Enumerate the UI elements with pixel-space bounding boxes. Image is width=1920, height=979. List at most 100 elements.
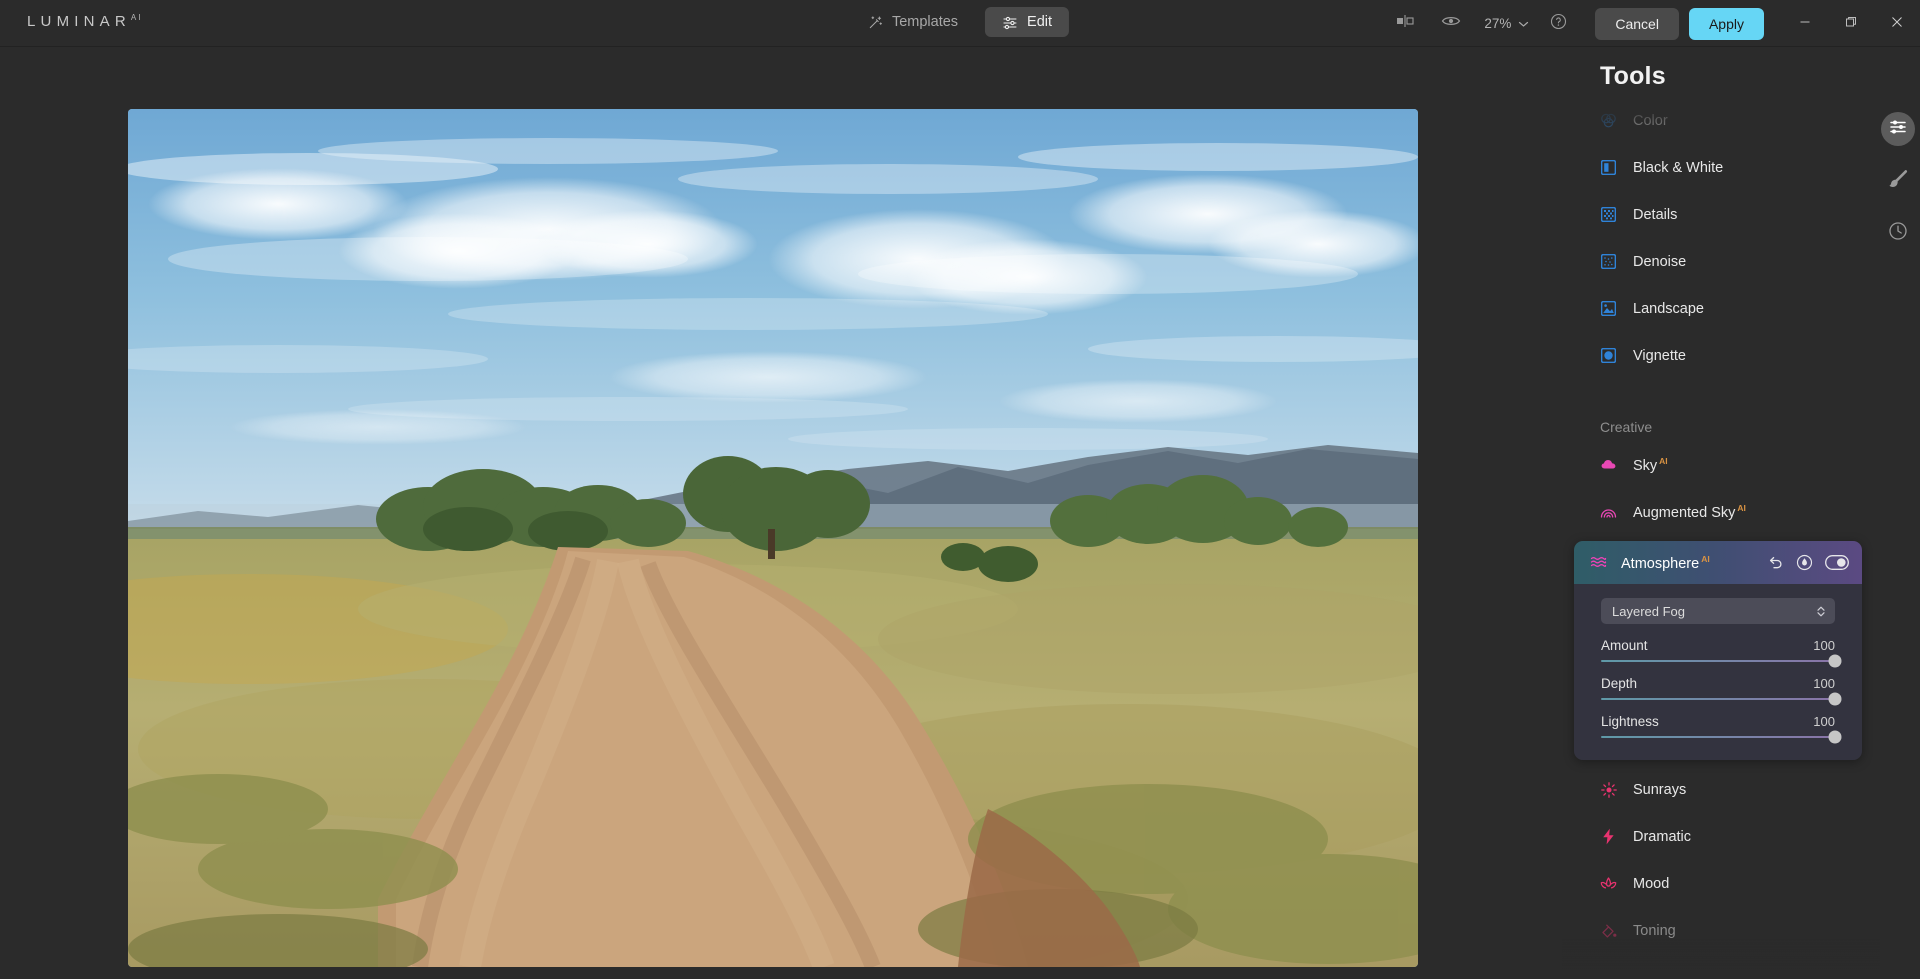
atmosphere-panel-body: Layered Fog Amount 100 Depth 100 Lightne… [1574, 584, 1862, 760]
compare-split-icon [1394, 14, 1416, 33]
tools-panel: Tools Color Black & White Details Denois… [1562, 47, 1920, 979]
preview-toggle-button[interactable] [1428, 0, 1474, 47]
tool-item-label: Details [1633, 206, 1678, 223]
help-button[interactable] [1535, 0, 1581, 47]
slider-amount-value: 100 [1813, 638, 1835, 653]
close-icon [1891, 15, 1903, 33]
luminar-app-window: LUMINARAI Templates Edit 27% Cancel Appl… [0, 0, 1920, 979]
brush-icon [1887, 168, 1909, 195]
section-header-creative: Creative [1600, 419, 1653, 435]
slider-depth: Depth 100 [1601, 676, 1842, 706]
tool-item-landscape[interactable]: Landscape [1562, 285, 1880, 332]
slider-amount-knob[interactable] [1828, 654, 1842, 668]
sky-cloud-icon [1600, 456, 1617, 473]
landscape-icon [1600, 300, 1617, 317]
page-title: Tools [1600, 62, 1666, 90]
slider-amount-label: Amount [1601, 638, 1648, 653]
dramatic-icon [1600, 828, 1617, 845]
app-logo-text: LUMINAR [27, 13, 131, 30]
tool-item-label: Toning [1633, 922, 1676, 939]
tool-item-label: Augmented Sky AI [1633, 502, 1746, 521]
toggle-on-icon[interactable] [1825, 555, 1849, 570]
sliders-icon [1002, 15, 1018, 30]
slider-depth-knob[interactable] [1828, 692, 1842, 706]
slider-lightness-knob[interactable] [1828, 730, 1842, 744]
maximize-button[interactable] [1828, 0, 1874, 47]
slider-lightness-value: 100 [1813, 714, 1835, 729]
eye-icon [1441, 14, 1461, 33]
rail-adjustments-button[interactable] [1881, 112, 1915, 146]
tool-item-toning[interactable]: Toning [1562, 907, 1880, 954]
tool-item-details[interactable]: Details [1562, 191, 1880, 238]
slider-depth-track[interactable] [1601, 692, 1842, 706]
adjustments-sliders-icon [1888, 118, 1908, 141]
apply-button[interactable]: Apply [1688, 7, 1764, 40]
vignette-icon [1600, 347, 1617, 364]
tool-item-label: Color [1633, 112, 1668, 129]
tool-item-sky[interactable]: Sky AI [1562, 441, 1880, 488]
tool-item-mood[interactable]: Mood [1562, 860, 1880, 907]
tool-item-augmented-sky[interactable]: Augmented Sky AI [1562, 488, 1880, 535]
tool-item-dramatic[interactable]: Dramatic [1562, 813, 1880, 860]
minimize-button[interactable] [1782, 0, 1828, 47]
atmosphere-preset-value: Layered Fog [1612, 603, 1685, 619]
black-white-icon [1600, 159, 1617, 176]
tool-item-denoise[interactable]: Denoise [1562, 238, 1880, 285]
rail-history-button[interactable] [1881, 216, 1915, 250]
atmosphere-preset-select[interactable]: Layered Fog [1601, 598, 1835, 624]
tool-item-label: Vignette [1633, 347, 1686, 364]
sunrays-icon [1600, 781, 1617, 798]
tools-panel-scroll[interactable]: Tools Color Black & White Details Denois… [1562, 47, 1880, 979]
mask-brush-icon[interactable] [1796, 554, 1813, 571]
undo-icon[interactable] [1768, 555, 1784, 570]
close-button[interactable] [1874, 0, 1920, 47]
title-bar: LUMINARAI Templates Edit 27% Cancel Appl… [0, 0, 1920, 47]
slider-lightness-header: Lightness 100 [1601, 714, 1835, 729]
atmosphere-panel-header[interactable]: Atmosphere AI [1574, 541, 1862, 584]
tool-item-label: Sunrays [1633, 781, 1687, 798]
tool-item-color[interactable]: Color [1562, 97, 1880, 144]
cancel-button[interactable]: Cancel [1595, 7, 1679, 40]
slider-depth-header: Depth 100 [1601, 676, 1835, 691]
slider-lightness-track[interactable] [1601, 730, 1842, 744]
tool-item-label: Black & White [1633, 159, 1724, 176]
tool-item-label: Dramatic [1633, 828, 1692, 845]
tab-templates-label: Templates [891, 14, 959, 30]
history-clock-icon [1888, 221, 1908, 246]
help-circle-icon [1550, 13, 1567, 35]
slider-amount-track[interactable] [1601, 654, 1842, 668]
zoom-level-value: 27% [1484, 16, 1512, 31]
chevron-up-down-icon [1816, 605, 1826, 618]
zoom-level-selector[interactable]: 27% [1474, 16, 1535, 31]
slider-amount-header: Amount 100 [1601, 638, 1835, 653]
slider-depth-value: 100 [1813, 676, 1835, 691]
tool-item-sunrays[interactable]: Sunrays [1562, 766, 1880, 813]
color-venn-icon [1600, 112, 1617, 129]
tool-item-label: Sky AI [1633, 455, 1668, 474]
denoise-icon [1600, 253, 1617, 270]
maximize-icon [1845, 15, 1857, 33]
slider-lightness-label: Lightness [1601, 714, 1659, 729]
rail-brush-button[interactable] [1881, 164, 1915, 198]
tab-edit[interactable]: Edit [985, 7, 1070, 37]
tab-templates[interactable]: Templates [851, 7, 975, 37]
titlebar-right-cluster: 27% Cancel Apply [1382, 0, 1920, 47]
atmosphere-waves-icon [1590, 554, 1607, 571]
right-icon-rail [1876, 94, 1920, 979]
augmented-sky-icon [1600, 503, 1617, 520]
magic-wand-icon [868, 15, 883, 30]
tool-item-vignette[interactable]: Vignette [1562, 332, 1880, 379]
compare-view-button[interactable] [1382, 0, 1428, 47]
tool-item-label: Landscape [1633, 300, 1704, 317]
toning-icon [1600, 922, 1617, 939]
photo-preview[interactable] [128, 109, 1418, 967]
tool-item-black-and-white[interactable]: Black & White [1562, 144, 1880, 191]
window-controls [1782, 0, 1920, 47]
app-logo-ai-sup: AI [130, 13, 143, 22]
tool-item-label: Mood [1633, 875, 1670, 892]
slider-lightness: Lightness 100 [1601, 714, 1842, 744]
app-logo: LUMINARAI [27, 13, 142, 30]
mood-icon [1600, 875, 1617, 892]
atmosphere-title: Atmosphere AI [1621, 553, 1710, 572]
